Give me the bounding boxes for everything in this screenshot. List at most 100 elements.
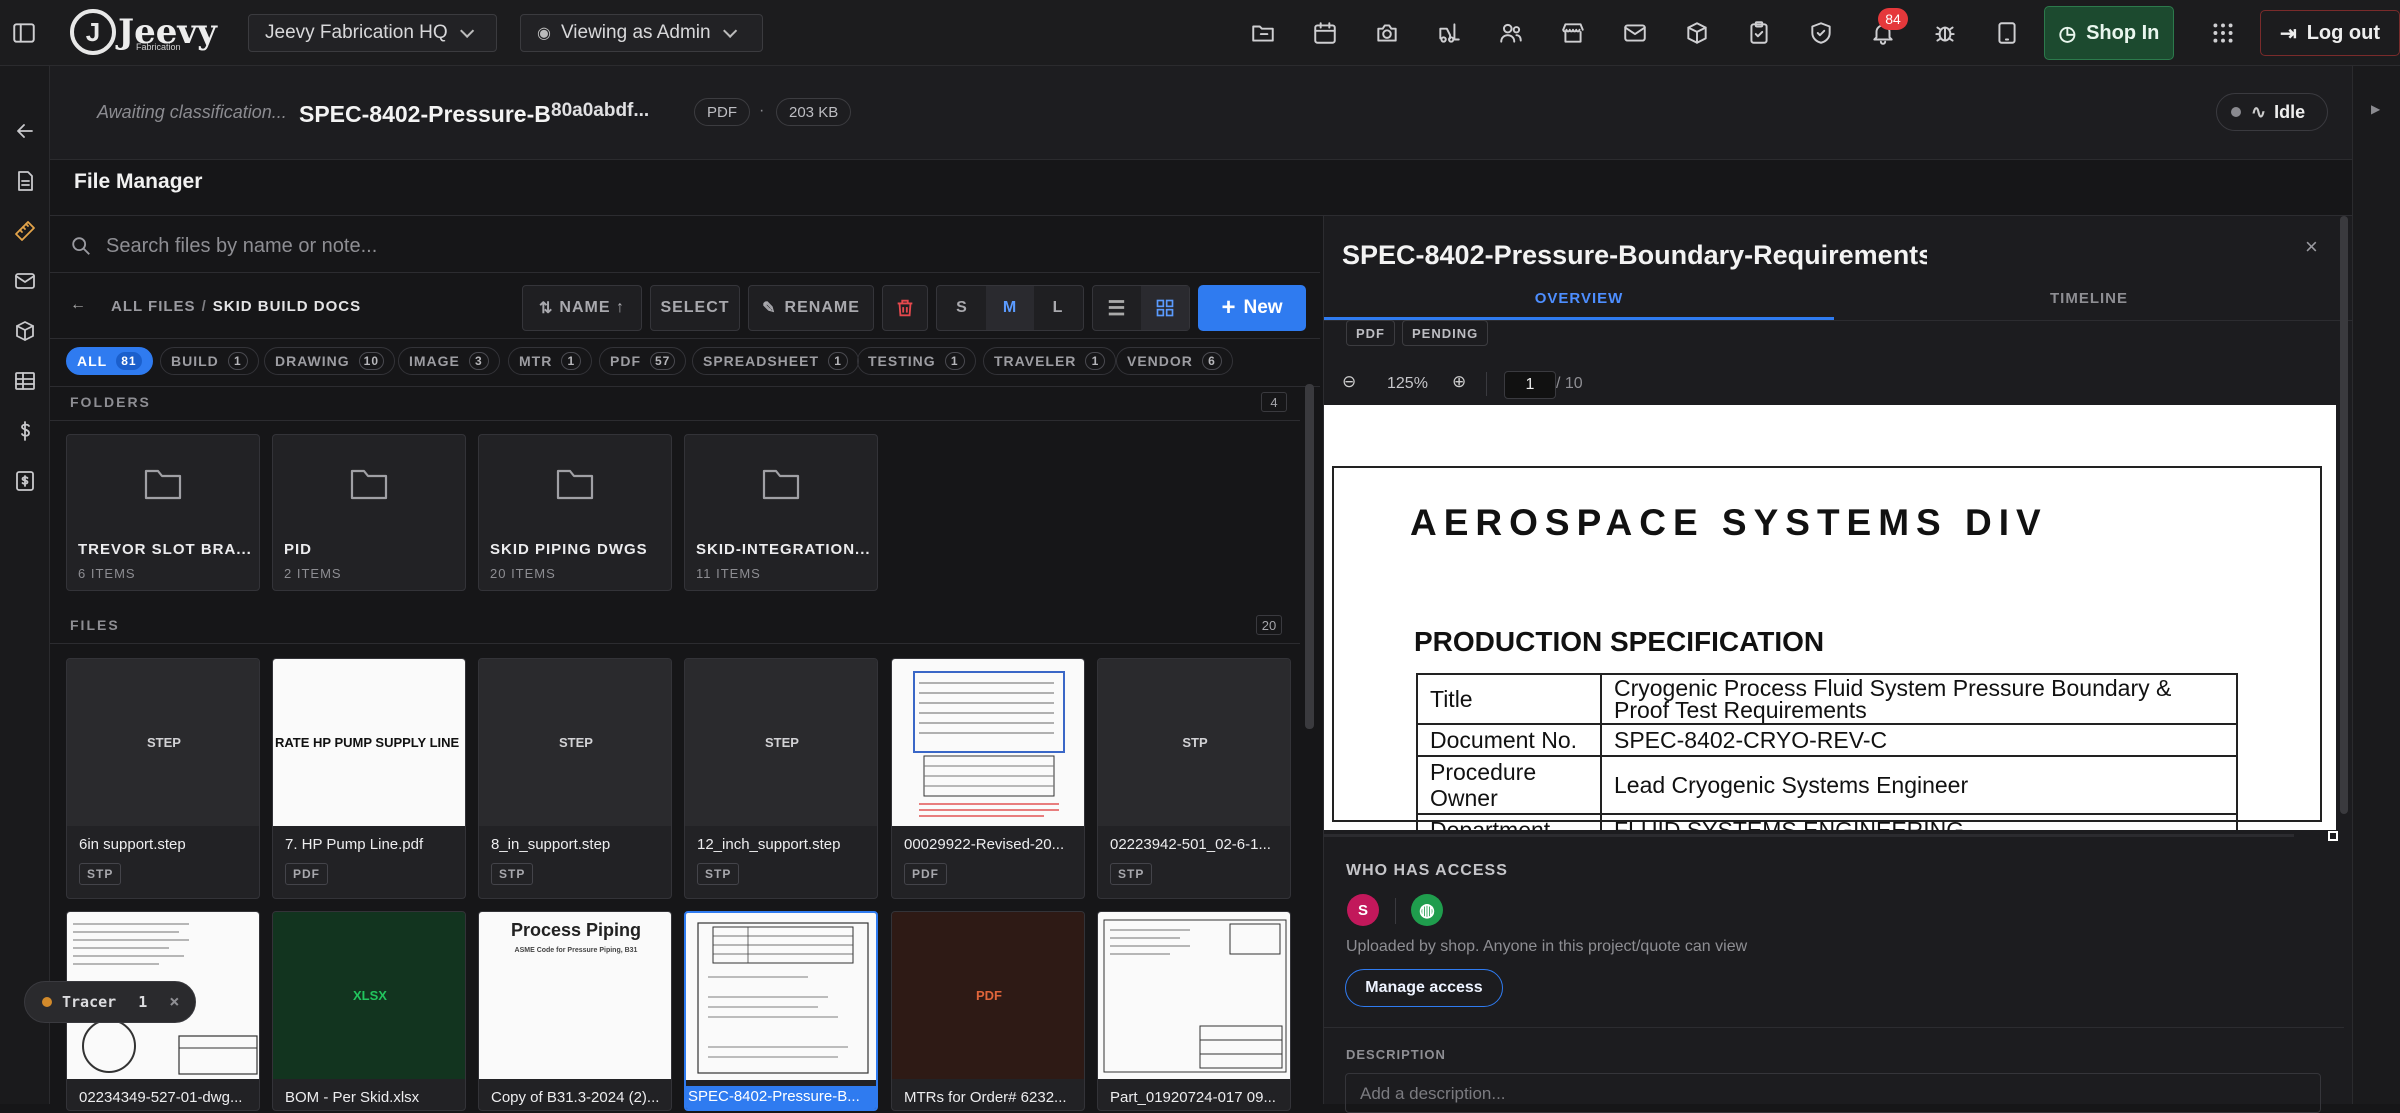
folder-card[interactable]: SKID-INTEGRATION... 11 ITEMS: [684, 434, 878, 591]
file-card[interactable]: XLSX BOM - Per Skid.xlsx: [272, 911, 466, 1111]
filter-pdf[interactable]: PDF 57: [599, 347, 687, 375]
avatar[interactable]: S: [1347, 894, 1379, 926]
bug-icon[interactable]: [1927, 15, 1963, 51]
right-collapsed-panel: ▶: [2352, 66, 2400, 1104]
file-card[interactable]: STEP 8_in_support.step STP: [478, 658, 672, 899]
filter-spreadsheet[interactable]: SPREADSHEET 1: [692, 347, 860, 375]
left-nav-rail: [0, 66, 50, 1104]
file-card[interactable]: Part_01920724-017 09...: [1097, 911, 1291, 1111]
size-medium-button[interactable]: M: [986, 286, 1034, 330]
calendar-icon[interactable]: [1307, 15, 1343, 51]
store-icon[interactable]: [1555, 15, 1591, 51]
sort-button[interactable]: ⇅ NAME ↑: [522, 285, 642, 331]
search-input[interactable]: Search files by name or note...: [54, 216, 1314, 276]
breadcrumb-root[interactable]: ALL FILES: [111, 298, 196, 315]
zoom-in-icon[interactable]: ⊕: [1452, 372, 1466, 392]
folder-card[interactable]: SKID PIPING DWGS 20 ITEMS: [478, 434, 672, 591]
size-large-button[interactable]: L: [1034, 286, 1082, 330]
file-card[interactable]: PDF MTRs for Order# 6232...: [891, 911, 1085, 1111]
folder-item-count: 20 ITEMS: [490, 566, 556, 581]
filter-drawing[interactable]: DRAWING 10: [264, 347, 396, 375]
shop-in-button[interactable]: ◷ Shop In: [2044, 6, 2174, 60]
expand-chevron-icon[interactable]: ▶: [2371, 102, 2380, 116]
folder-icon: [143, 465, 183, 506]
sidebar-toggle-icon[interactable]: [6, 15, 42, 51]
folder-icon: [555, 465, 595, 506]
apps-grid-icon[interactable]: [2205, 15, 2241, 51]
file-card[interactable]: STEP 12_inch_support.step STP: [684, 658, 878, 899]
divider: [50, 420, 1300, 421]
filter-traveler[interactable]: TRAVELER 1: [983, 347, 1117, 375]
tab-overview[interactable]: OVERVIEW: [1324, 286, 1834, 310]
filter-count: 1: [1085, 352, 1106, 370]
forklift-icon[interactable]: [1431, 15, 1467, 51]
preview-scrollbar[interactable]: [2340, 216, 2348, 814]
size-small-button[interactable]: S: [938, 286, 986, 330]
shield-check-icon[interactable]: [1803, 15, 1839, 51]
back-arrow-icon[interactable]: ←: [70, 296, 86, 314]
dollar-icon[interactable]: [9, 415, 41, 447]
file-card-selected[interactable]: SPEC-8402-Pressure-B...: [684, 911, 878, 1111]
rename-button[interactable]: ✎ RENAME: [748, 285, 874, 331]
file-card[interactable]: RATE HP PUMP SUPPLY LINE 7. HP Pump Line…: [272, 658, 466, 899]
view-mode-select[interactable]: ◉ Viewing as Admin: [520, 14, 763, 52]
filter-mtr[interactable]: MTR 1: [508, 347, 593, 375]
filter-count: 81: [116, 352, 142, 370]
mail-icon[interactable]: [1617, 15, 1653, 51]
folder-icon[interactable]: [1245, 15, 1281, 51]
folder-card[interactable]: TREVOR SLOT BRA... 6 ITEMS: [66, 434, 260, 591]
zoom-out-icon[interactable]: ⊖: [1342, 372, 1356, 392]
file-card[interactable]: Process Piping ASME Code for Pressure Pi…: [478, 911, 672, 1111]
select-button[interactable]: SELECT: [650, 285, 740, 331]
cube-icon[interactable]: [9, 315, 41, 347]
invoice-icon[interactable]: [9, 465, 41, 497]
file-card[interactable]: 00029922-Revised-20... PDF: [891, 658, 1085, 899]
grid-view-icon[interactable]: [1141, 286, 1189, 330]
file-card[interactable]: STEP 6in support.step STP: [66, 658, 260, 899]
file-list-scrollbar[interactable]: [1305, 384, 1314, 729]
separator-dot: ·: [759, 102, 765, 119]
org-select[interactable]: Jeevy Fabrication HQ: [248, 14, 497, 52]
table-icon[interactable]: [9, 365, 41, 397]
filter-vendor[interactable]: VENDOR 6: [1116, 347, 1233, 375]
app-logo[interactable]: J Jeevy Fabrication: [70, 6, 220, 58]
file-name: 02223942-501_02-6-1...: [1110, 836, 1271, 853]
zoom-level: 125%: [1387, 375, 1428, 392]
new-button[interactable]: + New: [1198, 285, 1306, 331]
filter-build[interactable]: BUILD 1: [160, 347, 259, 375]
file-name: Copy of B31.3-2024 (2)...: [491, 1089, 660, 1106]
logout-button[interactable]: ⇥ Log out: [2260, 10, 2400, 56]
package-icon[interactable]: [1679, 15, 1715, 51]
document-icon[interactable]: [9, 165, 41, 197]
file-card[interactable]: STP 02223942-501_02-6-1... STP: [1097, 658, 1291, 899]
tab-timeline[interactable]: TIMELINE: [1834, 286, 2344, 310]
back-arrow-icon[interactable]: [9, 115, 41, 147]
preview-hscrollbar[interactable]: [1324, 834, 2294, 837]
filter-label: PDF: [610, 353, 641, 369]
clipboard-check-icon[interactable]: [1741, 15, 1777, 51]
filter-label: BUILD: [171, 353, 219, 369]
tracer-widget[interactable]: Tracer 1 ×: [24, 981, 196, 1023]
filter-testing[interactable]: TESTING 1: [857, 347, 976, 375]
filter-image[interactable]: IMAGE 3: [398, 347, 500, 375]
delete-button[interactable]: [882, 285, 928, 331]
ruler-icon[interactable]: [9, 215, 41, 247]
mail-icon[interactable]: [9, 265, 41, 297]
description-input[interactable]: Add a description...: [1345, 1073, 2321, 1113]
close-icon[interactable]: ×: [169, 992, 179, 1012]
logo-mark-icon: J: [70, 9, 116, 55]
folder-card[interactable]: PID 2 ITEMS: [272, 434, 466, 591]
page-total: / 10: [1556, 375, 1583, 392]
list-view-icon[interactable]: ☰: [1093, 286, 1141, 330]
camera-icon[interactable]: [1369, 15, 1405, 51]
users-icon[interactable]: [1493, 15, 1529, 51]
filter-all[interactable]: ALL 81: [66, 347, 153, 375]
manage-access-button[interactable]: Manage access: [1345, 969, 1503, 1007]
close-icon[interactable]: ×: [2305, 234, 2318, 260]
filter-label: TESTING: [868, 353, 936, 369]
tablet-icon[interactable]: [1989, 15, 2025, 51]
classification-status: Awaiting classification...: [97, 102, 287, 122]
globe-icon[interactable]: ◍: [1411, 894, 1443, 926]
resize-handle[interactable]: [2328, 831, 2338, 841]
page-number-input[interactable]: 1: [1504, 371, 1556, 399]
